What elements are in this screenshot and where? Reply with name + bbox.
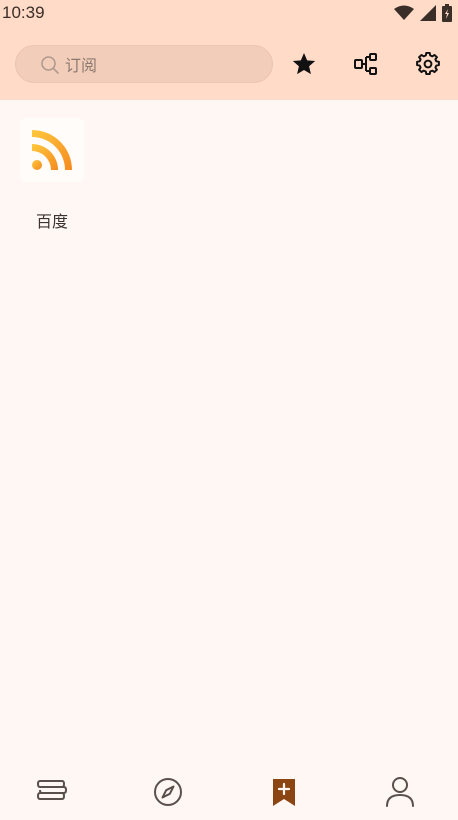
nav-discover[interactable] bbox=[150, 774, 186, 810]
books-icon bbox=[37, 780, 67, 800]
feed-item-baidu[interactable]: 百度 bbox=[19, 118, 85, 232]
bottom-navigation bbox=[0, 760, 458, 820]
nav-subscribe[interactable] bbox=[266, 774, 302, 810]
signal-icon bbox=[420, 5, 436, 21]
status-time: 10:39 bbox=[2, 3, 45, 22]
battery-icon bbox=[442, 4, 452, 22]
favorites-button[interactable] bbox=[290, 50, 318, 78]
feed-name: 百度 bbox=[35, 212, 68, 231]
nav-bookshelf[interactable] bbox=[34, 774, 70, 810]
status-bar: 10:39 bbox=[0, 0, 458, 26]
wifi-icon bbox=[394, 5, 414, 20]
bookmark-plus-icon bbox=[273, 779, 295, 806]
compass-icon bbox=[154, 778, 182, 806]
tree-structure-icon bbox=[354, 53, 377, 75]
feed-logo bbox=[20, 118, 84, 182]
search-icon bbox=[41, 56, 59, 74]
settings-button[interactable] bbox=[414, 50, 442, 78]
nav-profile[interactable] bbox=[382, 774, 418, 810]
top-bar bbox=[0, 26, 458, 100]
person-icon bbox=[386, 777, 414, 807]
search-box[interactable] bbox=[15, 45, 273, 83]
gear-icon bbox=[416, 52, 440, 76]
subscription-grid: 百度 bbox=[0, 100, 458, 760]
rss-icon bbox=[32, 130, 72, 170]
group-button[interactable] bbox=[352, 50, 380, 78]
search-input[interactable] bbox=[63, 53, 257, 77]
star-icon bbox=[292, 52, 316, 75]
